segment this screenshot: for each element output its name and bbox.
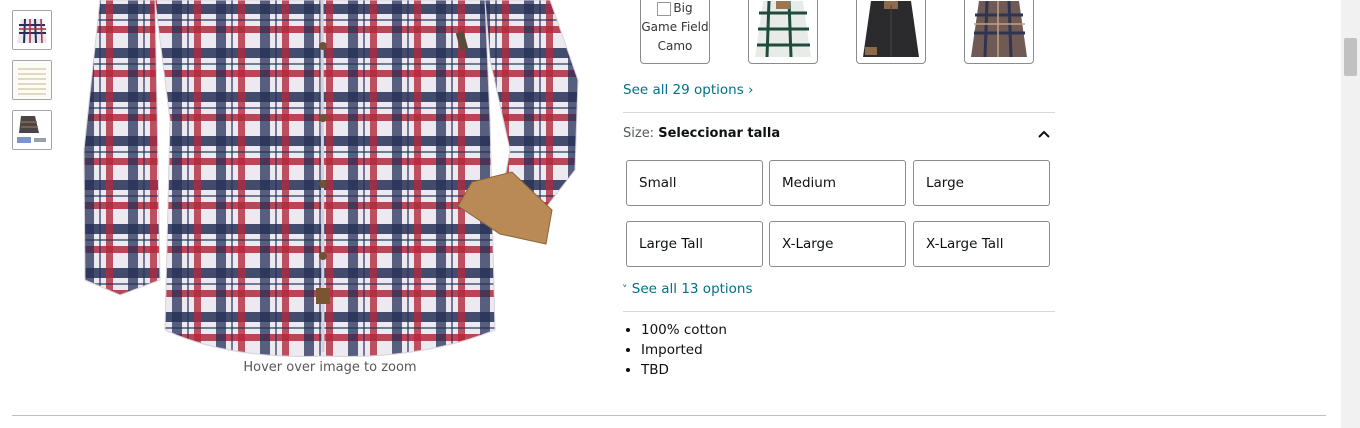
size-option-x-large-tall[interactable]: X-Large Tall bbox=[913, 221, 1050, 267]
color-swatch-4[interactable] bbox=[964, 0, 1034, 64]
feature-bullet: 100% cotton bbox=[641, 320, 727, 340]
see-all-color-options-label: See all 29 options bbox=[623, 82, 744, 98]
zoom-hint: Hover over image to zoom bbox=[243, 360, 417, 375]
size-label: Size: bbox=[623, 126, 655, 141]
size-chart-thumbnail-icon bbox=[13, 61, 51, 99]
brown-plaid-shirt-icon bbox=[971, 0, 1027, 58]
chevron-up-icon[interactable] bbox=[1036, 126, 1052, 142]
size-option-x-large[interactable]: X-Large bbox=[769, 221, 906, 267]
swatch-alt-text: Big Game Field Camo bbox=[641, 1, 709, 53]
section-divider bbox=[12, 415, 1326, 416]
thumbnail-1[interactable] bbox=[12, 10, 52, 50]
color-swatch-3[interactable] bbox=[856, 0, 926, 64]
product-main-image[interactable] bbox=[80, 0, 580, 360]
color-swatch-2[interactable] bbox=[748, 0, 818, 64]
feature-bullet: Imported bbox=[641, 340, 727, 360]
section-divider bbox=[623, 311, 1055, 312]
size-selected-value: Seleccionar talla bbox=[658, 126, 781, 141]
size-option-small[interactable]: Small bbox=[626, 160, 763, 206]
chevron-down-icon: ˅ bbox=[622, 283, 628, 296]
thumbnail-3[interactable] bbox=[12, 110, 52, 150]
green-plaid-shirt-icon bbox=[755, 0, 811, 58]
see-all-size-options-link[interactable]: ˅ See all 13 options bbox=[622, 281, 753, 297]
chevron-right-icon: › bbox=[748, 82, 754, 98]
broken-image-icon bbox=[657, 1, 672, 16]
scrollbar-thumb[interactable] bbox=[1344, 38, 1357, 76]
size-option-large-tall[interactable]: Large Tall bbox=[626, 221, 763, 267]
shirt-detail-thumbnail-icon bbox=[13, 111, 51, 149]
size-option-medium[interactable]: Medium bbox=[769, 160, 906, 206]
size-option-large[interactable]: Large bbox=[913, 160, 1050, 206]
see-all-color-options-link[interactable]: See all 29 options › bbox=[623, 82, 753, 98]
section-divider bbox=[623, 112, 1055, 113]
thumbnail-2[interactable] bbox=[12, 60, 52, 100]
size-selector-header[interactable]: Size: Seleccionar talla bbox=[623, 126, 780, 141]
color-swatch-big-game-field-camo[interactable]: Big Game Field Camo bbox=[640, 0, 710, 64]
black-shirt-icon bbox=[863, 1, 919, 57]
plaid-shirt-thumbnail-icon bbox=[13, 11, 51, 49]
see-all-size-options-label: See all 13 options bbox=[631, 281, 753, 297]
feature-bullet: TBD bbox=[641, 360, 727, 380]
feature-bullets: 100% cotton Imported TBD bbox=[623, 320, 727, 380]
